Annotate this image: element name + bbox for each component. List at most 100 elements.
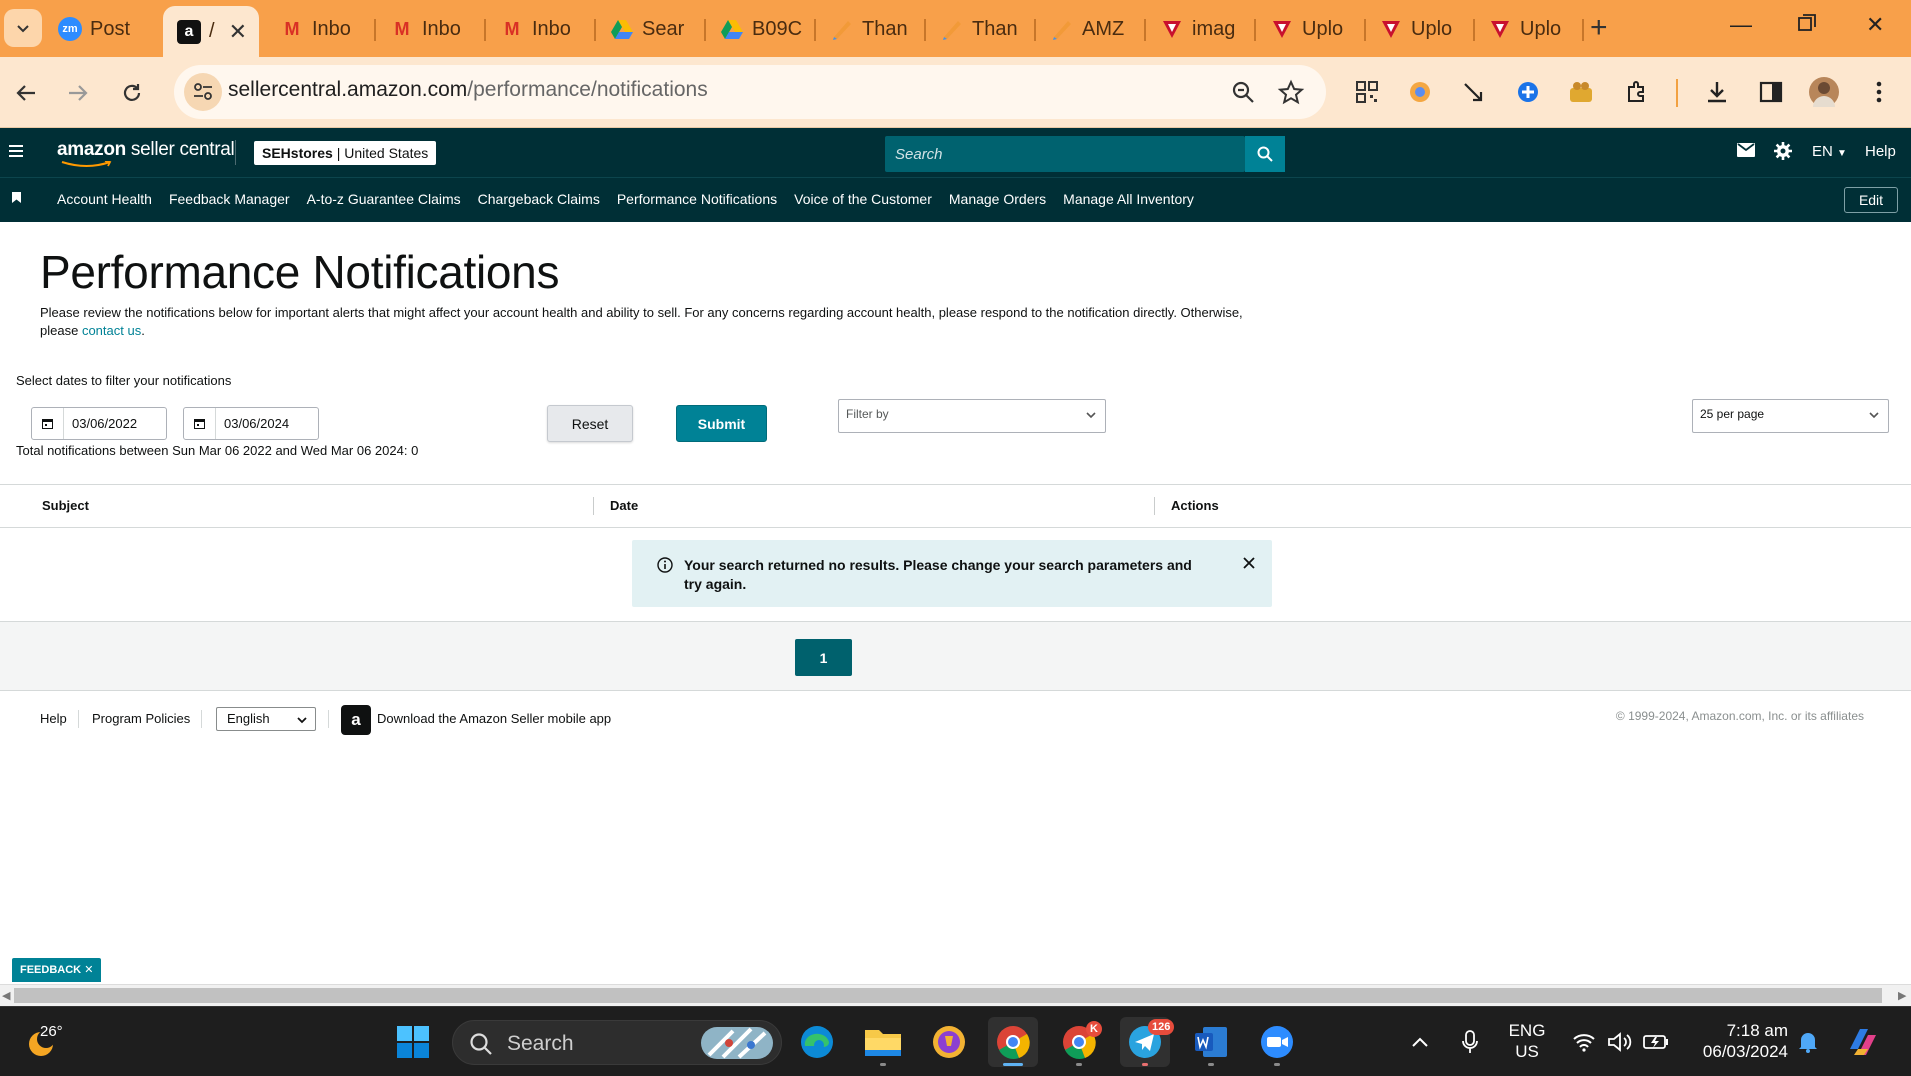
seller-central-logo[interactable]: amazon seller central (57, 139, 235, 167)
contact-us-link[interactable]: contact us (82, 323, 141, 338)
address-bar[interactable]: sellercentral.amazon.com/performance/not… (174, 65, 1326, 119)
header-help-link[interactable]: Help (1865, 143, 1896, 160)
nav-item-voice-of-customer[interactable]: Voice of the Customer (794, 191, 932, 207)
close-icon[interactable] (1242, 556, 1256, 570)
mail-icon[interactable] (1737, 143, 1755, 161)
horizontal-scrollbar[interactable]: ◀ ▶ (0, 984, 1911, 1006)
submit-button[interactable]: Submit (676, 405, 767, 442)
scrollbar-thumb[interactable] (14, 988, 1882, 1003)
notification-bell-icon[interactable] (1786, 1017, 1830, 1067)
nav-item-manage-orders[interactable]: Manage Orders (949, 191, 1046, 207)
scroll-right-icon[interactable]: ▶ (1898, 989, 1906, 1002)
nav-item-feedback-manager[interactable]: Feedback Manager (169, 191, 290, 207)
header-search-button[interactable] (1245, 136, 1285, 172)
extension-circle-icon[interactable] (1405, 77, 1435, 107)
copilot-icon[interactable] (1838, 1017, 1888, 1067)
date-from-field[interactable] (31, 407, 167, 440)
browser-tab[interactable]: M Inbo (280, 10, 376, 48)
download-icon[interactable] (1702, 77, 1732, 107)
minimize-icon[interactable]: — (1730, 12, 1752, 38)
close-window-icon[interactable]: ✕ (1866, 12, 1884, 38)
browser-tab[interactable]: AMZ (1050, 10, 1146, 48)
browser-tab[interactable]: Uplo (1488, 10, 1584, 48)
close-icon[interactable]: ✕ (84, 964, 93, 976)
word-icon[interactable] (1186, 1017, 1236, 1067)
nav-item-account-health[interactable]: Account Health (57, 191, 152, 207)
calendar-icon[interactable] (32, 408, 64, 439)
page-button-current[interactable]: 1 (795, 639, 852, 676)
browser-tab[interactable]: Than (830, 10, 926, 48)
language-selector[interactable]: EN ▼ (1812, 143, 1847, 160)
extension-cross-icon[interactable] (1513, 77, 1543, 107)
settings-gear-icon[interactable] (1774, 142, 1792, 164)
date-from-input[interactable] (64, 416, 160, 431)
footer-help-link[interactable]: Help (40, 711, 67, 726)
url-text[interactable]: sellercentral.amazon.com/performance/not… (228, 78, 708, 102)
close-icon[interactable]: ✕ (229, 19, 247, 45)
amazon-app-icon[interactable]: a (341, 705, 371, 735)
site-settings-icon[interactable] (184, 73, 222, 111)
footer-language-select[interactable]: English (216, 707, 316, 731)
scroll-left-icon[interactable]: ◀ (2, 989, 10, 1002)
show-hidden-icons-chevron-icon[interactable] (1398, 1017, 1442, 1067)
nav-item-manage-inventory[interactable]: Manage All Inventory (1063, 191, 1194, 207)
nav-item-performance-notifications[interactable]: Performance Notifications (617, 191, 777, 207)
browser-tab[interactable]: M Inbo (390, 10, 486, 48)
browser-tab[interactable]: Uplo (1379, 10, 1475, 48)
extensions-puzzle-icon[interactable] (1622, 77, 1652, 107)
chrome-icon[interactable] (988, 1017, 1038, 1067)
battery-icon[interactable] (1634, 1017, 1678, 1067)
clock[interactable]: 7:18 am 06/03/2024 (1688, 1020, 1788, 1062)
microphone-icon[interactable] (1448, 1017, 1492, 1067)
browser-tab[interactable]: Than (940, 10, 1036, 48)
forward-icon[interactable] (62, 77, 94, 109)
input-language-indicator[interactable]: ENG US (1504, 1020, 1550, 1062)
taskbar-search[interactable]: Search (452, 1020, 782, 1065)
zoom-app-icon[interactable] (1252, 1017, 1302, 1067)
browser-tab[interactable]: imag (1160, 10, 1256, 48)
telegram-icon[interactable]: 126 (1120, 1017, 1175, 1067)
restore-icon[interactable] (1798, 12, 1816, 38)
browser-tab[interactable]: Uplo (1270, 10, 1366, 48)
column-date[interactable]: Date (610, 498, 638, 513)
browser-tab[interactable]: Sear (610, 10, 706, 48)
weather-widget[interactable]: 26° (16, 1017, 66, 1067)
profile-avatar[interactable] (1809, 77, 1839, 107)
reload-icon[interactable] (116, 77, 148, 109)
nav-item-a-to-z-claims[interactable]: A-to-z Guarantee Claims (307, 191, 461, 207)
download-app-link[interactable]: Download the Amazon Seller mobile app (377, 711, 611, 726)
date-to-field[interactable] (183, 407, 319, 440)
brave-icon[interactable] (924, 1017, 974, 1067)
extension-basket-icon[interactable] (1566, 77, 1596, 107)
qr-code-icon[interactable] (1352, 77, 1382, 107)
filter-by-select[interactable]: Filter by (838, 399, 1106, 433)
feedback-tab[interactable]: FEEDBACK ✕ (12, 958, 102, 982)
chrome-profile-icon[interactable]: K (1054, 1017, 1104, 1067)
browser-tab[interactable]: M Inbo (500, 10, 596, 48)
edit-nav-button[interactable]: Edit (1844, 187, 1898, 213)
calendar-icon[interactable] (184, 408, 216, 439)
windows-start-icon[interactable] (388, 1017, 438, 1067)
nav-item-chargeback-claims[interactable]: Chargeback Claims (478, 191, 600, 207)
edge-icon[interactable] (792, 1017, 842, 1067)
browser-tab[interactable]: B09C (720, 10, 816, 48)
program-policies-link[interactable]: Program Policies (92, 711, 190, 726)
column-subject[interactable]: Subject (42, 498, 89, 513)
hamburger-menu-icon[interactable] (8, 143, 24, 159)
bookmark-icon[interactable] (12, 192, 21, 203)
extension-arrow-icon[interactable] (1458, 77, 1488, 107)
store-switcher[interactable]: SEHstores | United States (254, 141, 437, 165)
browser-tab[interactable]: zm Post (58, 10, 158, 48)
tab-search-button[interactable] (4, 9, 42, 47)
browser-tab-active[interactable]: a / ✕ (163, 6, 259, 57)
reset-button[interactable]: Reset (547, 405, 633, 442)
file-explorer-icon[interactable] (858, 1017, 908, 1067)
header-search-input[interactable] (885, 136, 1245, 172)
back-icon[interactable] (10, 77, 42, 109)
bookmark-star-icon[interactable] (1277, 79, 1305, 107)
zoom-magnifier-icon[interactable] (1230, 79, 1258, 107)
side-panel-icon[interactable] (1756, 77, 1786, 107)
date-to-input[interactable] (216, 416, 312, 431)
browser-menu-icon[interactable] (1864, 77, 1894, 107)
new-tab-button[interactable]: + (1590, 12, 1608, 44)
